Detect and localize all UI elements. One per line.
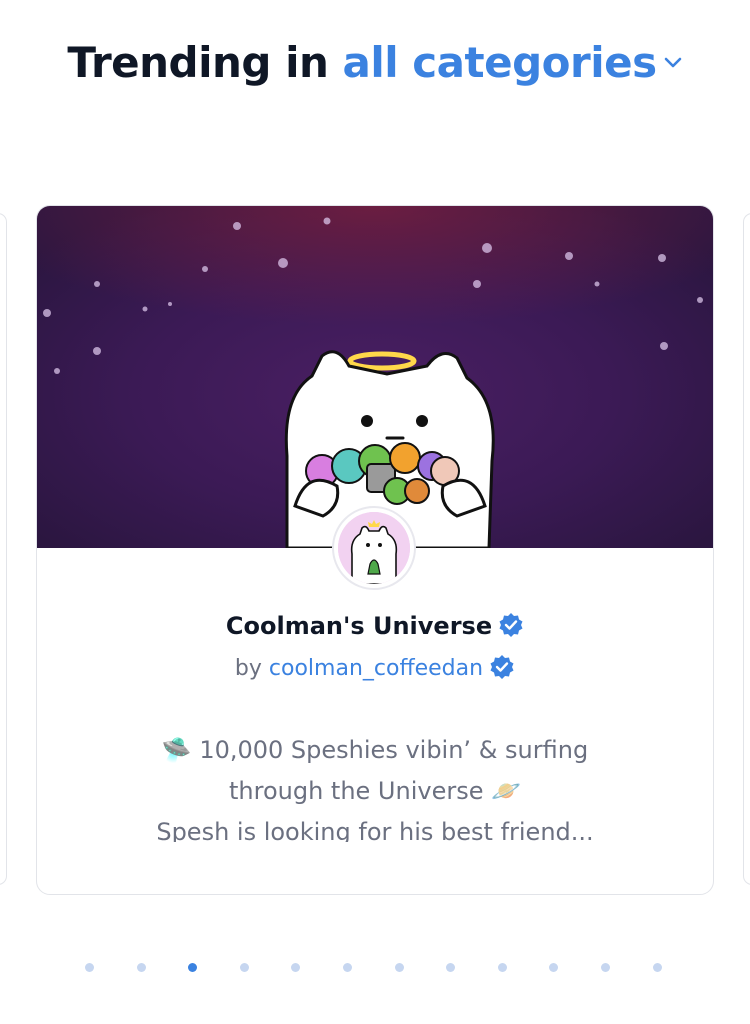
collection-card[interactable]: Coolman's Universe by coolman_coffeedan …: [36, 205, 714, 895]
carousel-dot[interactable]: [601, 963, 610, 972]
collection-description: 🛸 10,000 Speshies vibin’ & surfing throu…: [97, 730, 653, 842]
creator-link[interactable]: coolman_coffeedan: [269, 656, 483, 681]
carousel-dot[interactable]: [497, 963, 507, 972]
carousel-dot[interactable]: [291, 963, 301, 972]
collection-avatar: [332, 506, 416, 590]
description-line: through the Universe 🪐: [228, 777, 521, 805]
carousel-dot[interactable]: [549, 963, 559, 972]
verified-badge-icon: [499, 613, 523, 637]
trending-heading: Trending in all categories: [0, 38, 750, 87]
carousel-dot[interactable]: [188, 963, 198, 972]
carousel-pagination: [0, 963, 750, 973]
previous-card-peek[interactable]: [0, 213, 7, 885]
collection-title: Coolman's Universe: [225, 612, 493, 640]
carousel-dot[interactable]: [85, 963, 94, 972]
collection-title-row: Coolman's Universe: [37, 612, 713, 640]
category-label: all categories: [342, 38, 658, 87]
collection-banner: [37, 206, 713, 548]
next-card-peek[interactable]: [743, 213, 750, 885]
carousel-dot[interactable]: [136, 963, 146, 972]
carousel-dot[interactable]: [446, 963, 456, 972]
creator-row: by coolman_coffeedan: [37, 655, 713, 681]
carousel-dot[interactable]: [343, 963, 352, 972]
by-label: by: [234, 656, 262, 681]
carousel-dot[interactable]: [394, 963, 404, 972]
carousel-dot[interactable]: [239, 963, 249, 972]
chevron-down-icon: [664, 57, 681, 67]
carousel-dot[interactable]: [652, 963, 662, 972]
description-line: Spesh is looking for his best friend...: [156, 818, 594, 842]
description-line: 🛸 10,000 Speshies vibin’ & surfing: [161, 736, 589, 764]
verified-badge-icon: [490, 655, 514, 679]
category-dropdown[interactable]: all categories: [343, 38, 683, 87]
trending-prefix: Trending in: [67, 38, 329, 87]
